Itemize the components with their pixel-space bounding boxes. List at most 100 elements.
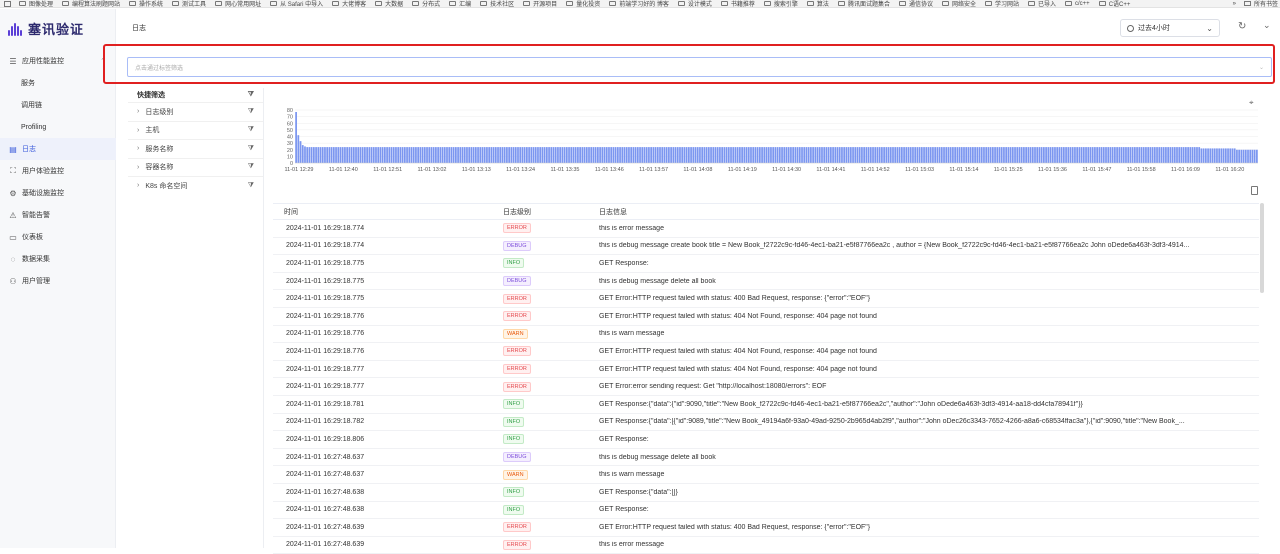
histogram-bar[interactable]: [949, 147, 952, 163]
histogram-bar[interactable]: [483, 147, 486, 163]
histogram-bar[interactable]: [1105, 147, 1107, 163]
bookmark-item[interactable]: 汇编: [449, 0, 471, 7]
histogram-bar[interactable]: [1111, 147, 1114, 163]
histogram-bar[interactable]: [972, 147, 974, 163]
histogram-bar[interactable]: [415, 147, 417, 163]
histogram-bar[interactable]: [699, 147, 701, 163]
histogram-bar[interactable]: [1189, 147, 1192, 163]
histogram-bar[interactable]: [969, 147, 972, 163]
histogram-bar[interactable]: [1196, 147, 1198, 163]
histogram-bar[interactable]: [610, 147, 613, 163]
bookmark-item[interactable]: 开源项目: [523, 0, 557, 7]
histogram-bar[interactable]: [652, 147, 655, 163]
histogram-bar[interactable]: [412, 147, 415, 163]
histogram-bar[interactable]: [463, 147, 466, 163]
sidebar-item-rum[interactable]: ⛶ 用户体验监控: [0, 160, 116, 182]
histogram-bar[interactable]: [455, 147, 457, 163]
histogram-bar[interactable]: [732, 147, 735, 163]
histogram-bar[interactable]: [1082, 147, 1085, 163]
histogram-bar[interactable]: [521, 147, 524, 163]
histogram-bar[interactable]: [1231, 148, 1234, 163]
histogram-bar[interactable]: [907, 147, 910, 163]
histogram-bar[interactable]: [1145, 147, 1147, 163]
histogram-bar[interactable]: [1045, 147, 1047, 163]
histogram-bar[interactable]: [823, 147, 826, 163]
histogram-bar[interactable]: [1160, 147, 1163, 163]
histogram-bar[interactable]: [1096, 147, 1098, 163]
histogram-bar[interactable]: [821, 147, 823, 163]
histogram-bar[interactable]: [807, 147, 810, 163]
histogram-bar[interactable]: [419, 147, 422, 163]
histogram-bar[interactable]: [668, 147, 670, 163]
histogram-bar[interactable]: [816, 147, 819, 163]
table-row[interactable]: 2024-11-01 16:29:18.776 WARN this is warn …: [273, 326, 1259, 344]
histogram-bar[interactable]: [1207, 148, 1209, 163]
histogram-bar[interactable]: [1256, 149, 1258, 163]
histogram-bar[interactable]: [1125, 147, 1127, 163]
filter-clear-icon[interactable]: ⧩: [248, 145, 254, 153]
histogram-bar[interactable]: [872, 147, 874, 163]
histogram-bar[interactable]: [858, 147, 861, 163]
histogram-bar[interactable]: [1043, 147, 1045, 163]
export-icon[interactable]: [1251, 186, 1258, 195]
histogram-bar[interactable]: [537, 147, 539, 163]
histogram-bar[interactable]: [894, 147, 897, 163]
histogram-bar[interactable]: [912, 147, 914, 163]
bookmark-item[interactable]: 书籍推荐: [720, 0, 755, 7]
histogram-bar[interactable]: [399, 147, 402, 163]
bookmark-item[interactable]: 测试工具: [172, 0, 206, 7]
histogram-bar[interactable]: [1122, 147, 1125, 163]
histogram-bar[interactable]: [568, 147, 570, 163]
histogram-bar[interactable]: [548, 147, 550, 163]
histogram-bar[interactable]: [328, 147, 331, 163]
histogram-bar[interactable]: [929, 147, 932, 163]
histogram-bar[interactable]: [368, 147, 371, 163]
histogram-bar[interactable]: [909, 147, 912, 163]
histogram-bar[interactable]: [332, 147, 335, 163]
histogram-bar[interactable]: [812, 147, 814, 163]
histogram-bar[interactable]: [446, 147, 448, 163]
histogram-bar[interactable]: [674, 147, 677, 163]
histogram-bar[interactable]: [512, 147, 515, 163]
histogram-bar[interactable]: [388, 147, 391, 163]
table-row[interactable]: 2024-11-01 16:29:18.781 INFO GET Response:…: [273, 396, 1259, 414]
histogram-bar[interactable]: [694, 147, 697, 163]
bookmark-item[interactable]: 技术社区: [480, 0, 514, 7]
histogram-bar[interactable]: [1107, 147, 1110, 163]
histogram-bar[interactable]: [545, 147, 548, 163]
sidebar-item-dashboard[interactable]: ▭ 仪表板: [0, 226, 116, 248]
histogram-bar[interactable]: [557, 147, 559, 163]
histogram-bar[interactable]: [1140, 147, 1143, 163]
histogram-bar[interactable]: [450, 147, 453, 163]
sidebar-item-service[interactable]: 服务: [0, 72, 116, 94]
bookmark-item[interactable]: 腾讯面试题集合: [837, 0, 890, 7]
histogram-bar[interactable]: [1114, 147, 1116, 163]
histogram-bar[interactable]: [750, 147, 752, 163]
histogram-bar[interactable]: [754, 147, 757, 163]
histogram-bar[interactable]: [670, 147, 672, 163]
histogram-bar[interactable]: [381, 147, 384, 163]
histogram-bar[interactable]: [1049, 147, 1052, 163]
all-bookmarks[interactable]: 所有书签: [1254, 0, 1278, 7]
histogram-bar[interactable]: [932, 147, 934, 163]
table-row[interactable]: 2024-11-01 16:29:18.775 DEBUG this is debu…: [273, 273, 1259, 291]
histogram-bar[interactable]: [386, 147, 388, 163]
histogram-bar[interactable]: [375, 147, 377, 163]
histogram-bar[interactable]: [767, 147, 770, 163]
histogram-bar[interactable]: [787, 147, 790, 163]
histogram-bar[interactable]: [410, 147, 413, 163]
histogram-bar[interactable]: [916, 147, 919, 163]
histogram-bar[interactable]: [1211, 148, 1214, 163]
histogram-bar[interactable]: [628, 147, 630, 163]
histogram-bar[interactable]: [1014, 147, 1016, 163]
table-row[interactable]: 2024-11-01 16:27:48.638 INFO GET Response:…: [273, 484, 1259, 502]
histogram-bar[interactable]: [426, 147, 428, 163]
histogram-bar[interactable]: [1036, 147, 1039, 163]
histogram-bar[interactable]: [1167, 147, 1169, 163]
histogram-bar[interactable]: [898, 147, 901, 163]
bookmark-item[interactable]: 设计模式: [677, 0, 712, 7]
histogram-bar[interactable]: [841, 147, 843, 163]
apps-grid-icon[interactable]: [4, 0, 11, 7]
histogram-bar[interactable]: [295, 111, 297, 163]
histogram-bar[interactable]: [1076, 147, 1079, 163]
